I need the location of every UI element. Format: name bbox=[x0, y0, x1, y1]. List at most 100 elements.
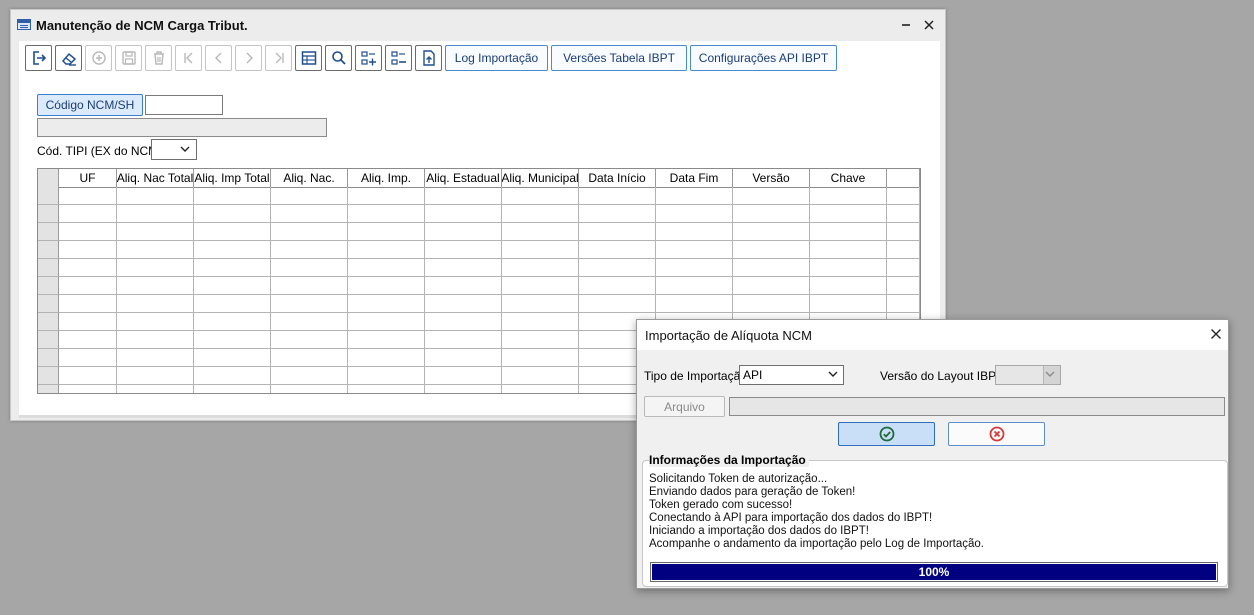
grid-cell[interactable] bbox=[656, 223, 733, 241]
grid-cell[interactable] bbox=[348, 385, 425, 393]
dialog-titlebar[interactable]: Importação de Alíquota NCM bbox=[637, 320, 1228, 350]
grid-cell[interactable] bbox=[59, 331, 117, 349]
grid-cell[interactable] bbox=[733, 223, 810, 241]
grid-cell[interactable] bbox=[810, 187, 887, 205]
grid-cell[interactable] bbox=[194, 223, 271, 241]
grid-cell[interactable] bbox=[117, 187, 194, 205]
grid-cell[interactable] bbox=[425, 259, 502, 277]
grid-cell[interactable] bbox=[733, 295, 810, 313]
grid-cell[interactable] bbox=[271, 295, 348, 313]
next-record-button[interactable] bbox=[235, 45, 262, 71]
grid-cell[interactable] bbox=[502, 313, 579, 331]
grid-cell[interactable] bbox=[271, 187, 348, 205]
grid-cell[interactable] bbox=[194, 331, 271, 349]
grid-cell[interactable] bbox=[271, 259, 348, 277]
ncm-code-input[interactable] bbox=[145, 95, 223, 115]
first-record-button[interactable] bbox=[175, 45, 202, 71]
grid-cell[interactable] bbox=[425, 277, 502, 295]
grid-cell[interactable] bbox=[59, 349, 117, 367]
add-button[interactable] bbox=[85, 45, 112, 71]
row-indicator[interactable] bbox=[38, 223, 59, 241]
grid-cell[interactable] bbox=[194, 205, 271, 223]
import-file-button[interactable] bbox=[415, 45, 442, 71]
grid-cell[interactable] bbox=[59, 385, 117, 393]
grid-cell[interactable] bbox=[348, 331, 425, 349]
grid-cell[interactable] bbox=[887, 205, 920, 223]
table-row[interactable] bbox=[38, 187, 920, 205]
grid-cell[interactable] bbox=[887, 241, 920, 259]
add-item-button[interactable] bbox=[355, 45, 382, 71]
grid-column-header[interactable]: Data Fim bbox=[656, 169, 733, 187]
grid-cell[interactable] bbox=[271, 331, 348, 349]
row-indicator[interactable] bbox=[38, 187, 59, 205]
grid-cell[interactable] bbox=[194, 385, 271, 393]
grid-cell[interactable] bbox=[117, 331, 194, 349]
grid-column-header[interactable]: Chave bbox=[810, 169, 887, 187]
grid-cell[interactable] bbox=[579, 259, 656, 277]
grid-cell[interactable] bbox=[887, 295, 920, 313]
grid-cell[interactable] bbox=[271, 241, 348, 259]
grid-cell[interactable] bbox=[348, 295, 425, 313]
grid-cell[interactable] bbox=[348, 187, 425, 205]
grid-cell[interactable] bbox=[194, 367, 271, 385]
grid-cell[interactable] bbox=[59, 241, 117, 259]
grid-cell[interactable] bbox=[425, 187, 502, 205]
close-icon[interactable] bbox=[920, 16, 938, 34]
row-indicator[interactable] bbox=[38, 367, 59, 385]
grid-cell[interactable] bbox=[271, 223, 348, 241]
grid-cell[interactable] bbox=[194, 187, 271, 205]
grid-cell[interactable] bbox=[425, 349, 502, 367]
grid-cell[interactable] bbox=[425, 367, 502, 385]
minimize-icon[interactable] bbox=[897, 16, 915, 34]
grid-cell[interactable] bbox=[425, 241, 502, 259]
grid-cell[interactable] bbox=[425, 295, 502, 313]
grid-cell[interactable] bbox=[502, 277, 579, 295]
grid-column-header[interactable]: Aliq. Municipal bbox=[502, 169, 579, 187]
grid-cell[interactable] bbox=[425, 385, 502, 393]
grid-cell[interactable] bbox=[733, 187, 810, 205]
grid-cell[interactable] bbox=[194, 349, 271, 367]
grid-cell[interactable] bbox=[810, 277, 887, 295]
grid-cell[interactable] bbox=[271, 367, 348, 385]
grid-column-header[interactable]: Aliq. Nac Total bbox=[117, 169, 194, 187]
grid-cell[interactable] bbox=[502, 259, 579, 277]
grid-cell[interactable] bbox=[271, 349, 348, 367]
table-row[interactable] bbox=[38, 223, 920, 241]
log-importacao-button[interactable]: Log Importação bbox=[445, 45, 548, 71]
grid-cell[interactable] bbox=[59, 313, 117, 331]
grid-cell[interactable] bbox=[59, 187, 117, 205]
table-row[interactable] bbox=[38, 259, 920, 277]
grid-cell[interactable] bbox=[271, 385, 348, 393]
grid-cell[interactable] bbox=[579, 295, 656, 313]
grid-column-header-filler[interactable] bbox=[887, 169, 920, 187]
grid-cell[interactable] bbox=[887, 277, 920, 295]
search-button[interactable] bbox=[325, 45, 352, 71]
grid-cell[interactable] bbox=[502, 241, 579, 259]
grid-cell[interactable] bbox=[348, 313, 425, 331]
grid-cell[interactable] bbox=[502, 385, 579, 393]
grid-cell[interactable] bbox=[271, 277, 348, 295]
grid-cell[interactable] bbox=[117, 349, 194, 367]
grid-cell[interactable] bbox=[656, 241, 733, 259]
delete-button[interactable] bbox=[145, 45, 172, 71]
row-indicator[interactable] bbox=[38, 259, 59, 277]
grid-cell[interactable] bbox=[502, 295, 579, 313]
grid-cell[interactable] bbox=[733, 205, 810, 223]
grid-column-header[interactable]: UF bbox=[59, 169, 117, 187]
grid-cell[interactable] bbox=[579, 223, 656, 241]
grid-cell[interactable] bbox=[425, 205, 502, 223]
grid-cell[interactable] bbox=[59, 277, 117, 295]
table-row[interactable] bbox=[38, 295, 920, 313]
codigo-ncm-button[interactable]: Código NCM/SH bbox=[37, 94, 143, 116]
grid-cell[interactable] bbox=[194, 295, 271, 313]
grid-cell[interactable] bbox=[502, 331, 579, 349]
grid-cell[interactable] bbox=[348, 349, 425, 367]
grid-cell[interactable] bbox=[59, 295, 117, 313]
table-row[interactable] bbox=[38, 277, 920, 295]
grid-cell[interactable] bbox=[194, 241, 271, 259]
grid-cell[interactable] bbox=[117, 223, 194, 241]
table-row[interactable] bbox=[38, 241, 920, 259]
grid-cell[interactable] bbox=[579, 277, 656, 295]
grid-cell[interactable] bbox=[194, 313, 271, 331]
table-row[interactable] bbox=[38, 205, 920, 223]
